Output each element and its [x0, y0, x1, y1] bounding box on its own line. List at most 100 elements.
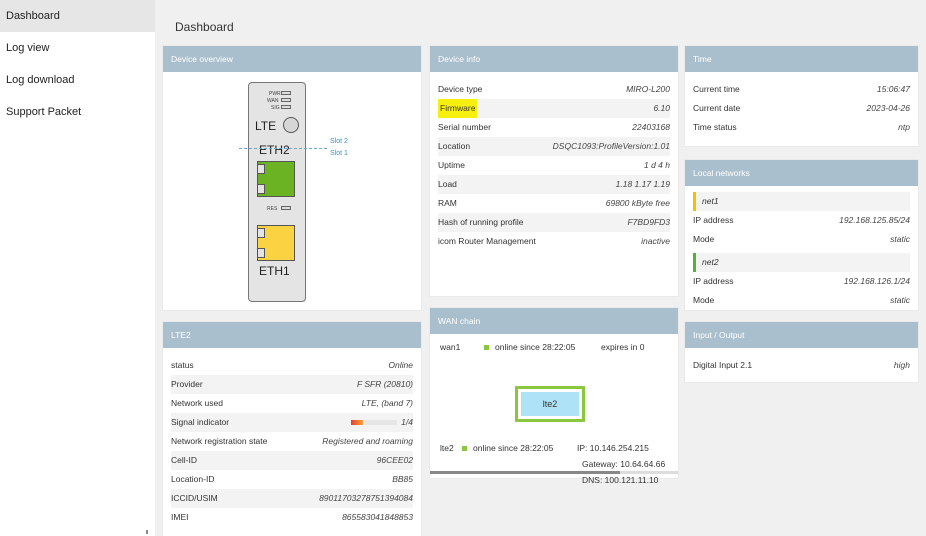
eth1-notch-bottom	[257, 248, 265, 258]
sidebar-item-support-packet[interactable]: Support Packet	[0, 96, 155, 128]
sig-label: SIG	[271, 105, 280, 111]
info-row-device-type: Device type MIRO-L200	[438, 80, 670, 99]
device-info-body: Device type MIRO-L200 Firmware 6.10 Serial…	[430, 72, 678, 257]
info-row-hash: Hash of running profile F7BD9FD3	[438, 213, 670, 232]
lte2-chain-dns: DNS: 100.121.11.10	[582, 475, 659, 485]
slot2-label: Slot 2	[330, 138, 348, 145]
lte2-chain-gateway: Gateway: 10.64.64.66	[582, 459, 666, 469]
device-overview-body: PWR WAN SIG LTE ETH2 RES ETH1 Slot 2 Slo…	[163, 72, 421, 310]
lte2-key: Signal indicator	[171, 417, 230, 427]
device-overview-header: Device overview	[163, 46, 421, 72]
io-header: Input / Output	[685, 322, 918, 348]
lte2-chain-box[interactable]: lte2	[515, 386, 585, 422]
info-value: 69800 kByte free	[605, 198, 670, 208]
info-key: Hash of running profile	[438, 217, 524, 227]
info-key: Uptime	[438, 160, 465, 170]
eth2-notch-bottom	[257, 184, 265, 194]
local-networks-header: Local networks	[685, 160, 918, 186]
net-value: 192.168.126.1/24	[843, 276, 910, 286]
time-key: Current time	[693, 84, 740, 94]
sidebar-item-dashboard[interactable]: Dashboard	[0, 0, 155, 32]
time-row-current-time: Current time 15:06:47	[693, 80, 910, 99]
net2-ip-row: IP address 192.168.126.1/24	[693, 272, 910, 291]
info-key: RAM	[438, 198, 457, 208]
lte2-row-iccid: ICCID/USIM 89011703278751394084	[171, 489, 413, 508]
lte2-body: status Online Provider F SFR (20810) Netwo…	[163, 348, 421, 533]
time-row-status: Time status ntp	[693, 118, 910, 137]
res-label: RES	[267, 206, 278, 212]
time-value: 2023-04-26	[866, 103, 910, 113]
wan-chain-scrollbar-thumb[interactable]	[430, 471, 620, 474]
local-networks-panel: Local networks net1 IP address 192.168.12…	[685, 160, 918, 310]
lte2-row-status: status Online	[171, 356, 413, 375]
lte-label: LTE	[255, 119, 277, 133]
wan-chain-body: wan1 online since 28:22:05 expires in 0 …	[430, 334, 678, 485]
sidebar-item-log-download[interactable]: Log download	[0, 64, 155, 96]
eth2-label: ETH2	[259, 143, 290, 157]
io-value: high	[893, 360, 910, 370]
eth1-label: ETH1	[259, 264, 290, 278]
lte2-row-location-id: Location-ID BB85	[171, 470, 413, 489]
info-value: 1 d 4 h	[644, 160, 670, 170]
lte2-key: Network used	[171, 398, 223, 408]
info-row-load: Load 1.18 1.17 1.19	[438, 175, 670, 194]
io-row-digital-input: Digital Input 2.1 high	[693, 356, 910, 375]
slot-divider	[239, 148, 327, 149]
net-value: 192.168.125.85/24	[839, 215, 910, 225]
info-value: MIRO-L200	[626, 84, 670, 94]
lte-antenna-connector	[283, 117, 299, 133]
info-key: icom Router Management	[438, 236, 536, 246]
info-key: Location	[438, 141, 471, 151]
info-value: F7BD9FD3	[627, 217, 670, 227]
device-illustration: PWR WAN SIG LTE ETH2 RES ETH1	[248, 82, 306, 302]
wan-chain-scrollbar[interactable]	[430, 471, 678, 474]
lte2-value: Registered and roaming	[322, 436, 413, 446]
lte2-key: IMEI	[171, 512, 189, 522]
net-key: IP address	[693, 276, 734, 286]
lte2-key: ICCID/USIM	[171, 493, 218, 503]
lte2-value: 89011703278751394084	[319, 493, 413, 503]
io-key: Digital Input 2.1	[693, 360, 753, 370]
wan1-row: wan1 online since 28:22:05 expires in 0	[440, 342, 670, 352]
signal-bar-fill	[351, 420, 363, 426]
info-row-firmware: Firmware 6.10	[438, 99, 670, 118]
lte2-status-indicator	[462, 445, 467, 451]
info-row-location: Location DSQC1093:ProfileVersion:1.01	[438, 137, 670, 156]
lte2-chain-details: lte2 online since 28:22:05 IP: 10.146.25…	[440, 440, 665, 488]
net-value: static	[890, 295, 910, 305]
time-key: Time status	[693, 122, 737, 132]
lte2-header: LTE2	[163, 322, 421, 348]
device-info-header: Device info	[430, 46, 678, 72]
lte2-value: LTE, (band 7)	[361, 398, 413, 408]
wan1-expires: expires in 0	[601, 342, 645, 352]
net-key: Mode	[693, 295, 715, 305]
io-body: Digital Input 2.1 high	[685, 348, 918, 381]
info-value: DSQC1093:ProfileVersion:1.01	[552, 141, 670, 151]
sidebar-marker	[146, 530, 148, 534]
info-value: 22403168	[632, 122, 670, 132]
lte2-chain-status: online since 28:22:05	[473, 443, 554, 453]
sidebar-item-log-view[interactable]: Log view	[0, 32, 155, 64]
slot1-label: Slot 1	[330, 150, 348, 157]
time-header: Time	[685, 46, 918, 72]
wan-led	[281, 98, 291, 102]
net1-ip-row: IP address 192.168.125.85/24	[693, 211, 910, 230]
device-info-panel: Device info Device type MIRO-L200 Firmwar…	[430, 46, 678, 296]
info-row-icom: icom Router Management inactive	[438, 232, 670, 251]
info-key: Load	[438, 179, 457, 189]
lte2-row-cell-id: Cell-ID 96CEE02	[171, 451, 413, 470]
local-networks-body: net1 IP address 192.168.125.85/24 Mode sta…	[685, 186, 918, 316]
wan1-status: online since 28:22:05	[495, 342, 576, 352]
lte2-key: Location-ID	[171, 474, 215, 484]
lte2-row-network: Network used LTE, (band 7)	[171, 394, 413, 413]
lte2-row-registration: Network registration state Registered and…	[171, 432, 413, 451]
reset-button[interactable]	[281, 206, 291, 210]
signal-indicator: 1/4	[351, 413, 413, 432]
lte2-value: 96CEE02	[376, 455, 413, 465]
wan1-name: wan1	[440, 342, 461, 352]
device-overview-panel: Device overview PWR WAN SIG LTE ETH2 RES	[163, 46, 421, 310]
net-key: Mode	[693, 234, 715, 244]
info-row-ram: RAM 69800 kByte free	[438, 194, 670, 213]
lte2-value: F SFR (20810)	[356, 379, 413, 389]
pwr-label: PWR	[269, 91, 281, 97]
